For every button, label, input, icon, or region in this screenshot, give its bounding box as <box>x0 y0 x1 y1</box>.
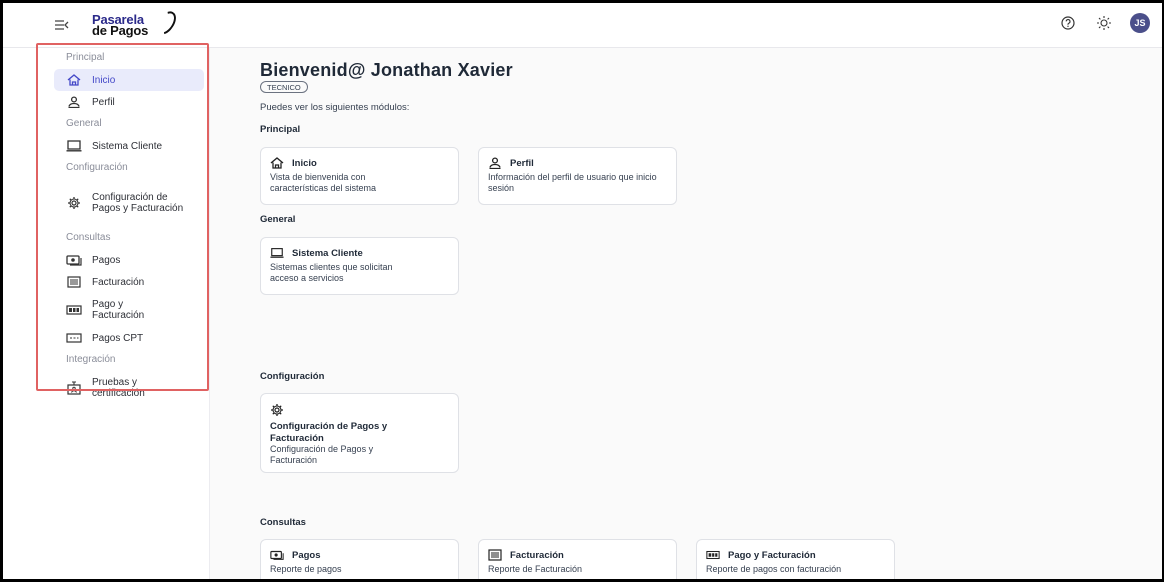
gear-icon <box>270 403 449 417</box>
card-icon <box>66 331 82 345</box>
top-bar: Pasarela de Pagos JS <box>0 0 1164 48</box>
sidebar-item-pagos-cpt[interactable]: Pagos CPT <box>54 327 204 349</box>
certificate-icon <box>66 381 82 395</box>
home-icon <box>270 157 284 169</box>
sidebar-item-perfil[interactable]: Perfil <box>54 91 204 113</box>
theme-sun-icon[interactable] <box>1094 13 1114 33</box>
card-description: Reporte de pagos con facturación <box>706 564 842 574</box>
sidebar-section-principal: Principal <box>66 52 105 63</box>
sidebar-item-label: Sistema Cliente <box>92 140 163 152</box>
card-title: Sistema Cliente <box>292 247 363 259</box>
sidebar-item-sistema-cliente[interactable]: Sistema Cliente <box>54 135 204 157</box>
card-description: Vista de bienvenida con características … <box>270 172 377 193</box>
card-title: Perfil <box>510 157 534 169</box>
sidebar-item-label: Pagos <box>92 254 121 266</box>
sidebar-item-label: Pagos CPT <box>92 332 144 344</box>
card-title: Facturación <box>510 549 564 561</box>
main-content: Bienvenid@ Jonathan Xavier TECNICO Puede… <box>210 48 1164 582</box>
sidebar-item-facturacion[interactable]: Facturación <box>54 271 204 293</box>
card-description: Configuración de Pagos y Facturación <box>270 444 374 465</box>
sidebar-item-label: Configuración de Pagos y Facturación <box>92 192 184 214</box>
sidebar-section-consultas: Consultas <box>66 232 111 243</box>
avatar[interactable]: JS <box>1130 13 1150 33</box>
help-icon[interactable] <box>1058 13 1078 33</box>
sidebar-item-label: Pago y Facturación <box>92 299 145 321</box>
home-icon <box>66 73 82 87</box>
module-card-sistema-cliente[interactable]: Sistema Cliente Sistemas clientes que so… <box>260 237 459 295</box>
sidebar-section-general: General <box>66 118 102 129</box>
card-title: Inicio <box>292 157 317 169</box>
gear-icon <box>66 196 82 210</box>
logo-arc <box>151 7 181 39</box>
category-general: General <box>260 214 296 225</box>
role-badge: TECNICO <box>260 81 308 93</box>
card-title: Pago y Facturación <box>728 549 816 561</box>
category-configuracion: Configuración <box>260 371 325 382</box>
module-card-inicio[interactable]: Inicio Vista de bienvenida con caracterí… <box>260 147 459 205</box>
card-title: Configuración de Pagos y Facturación <box>270 421 388 444</box>
sidebar-item-label: Inicio <box>92 74 116 86</box>
module-card-facturacion[interactable]: Facturación Reporte de Facturación <box>478 539 677 582</box>
card-description: Reporte de Facturación <box>488 564 583 574</box>
menu-collapse-icon[interactable] <box>54 18 70 32</box>
user-icon <box>66 95 82 109</box>
module-card-pagos[interactable]: Pagos Reporte de pagos <box>260 539 459 582</box>
card-description: Información del perfil de usuario que in… <box>488 172 657 193</box>
sidebar-item-label: Facturación <box>92 276 145 288</box>
card-header: Pago y Facturación <box>706 549 885 561</box>
card-header: Facturación <box>488 549 667 561</box>
laptop-icon <box>66 139 82 153</box>
invoice-icon <box>66 275 82 289</box>
card-description: Sistemas clientes que solicitan acceso a… <box>270 262 393 283</box>
module-card-configuracion[interactable]: Configuración de Pagos y Facturación Con… <box>260 393 459 473</box>
sidebar-section-integracion: Integración <box>66 354 116 365</box>
laptop-icon <box>270 247 284 259</box>
app-logo[interactable]: Pasarela de Pagos <box>92 7 181 39</box>
sidebar-item-pruebas[interactable]: Pruebas y certificación <box>54 371 204 405</box>
cash-icon <box>270 549 284 561</box>
register-icon <box>66 303 82 317</box>
sidebar-item-label: Perfil <box>92 96 115 108</box>
card-header: Inicio <box>270 157 449 169</box>
top-actions: JS <box>1058 13 1150 33</box>
user-icon <box>488 157 502 169</box>
sidebar-item-pagos[interactable]: Pagos <box>54 249 204 271</box>
sidebar-nav: Principal Inicio Perfil General Sistema … <box>54 47 206 405</box>
card-header: Sistema Cliente <box>270 247 449 259</box>
sidebar-item-pago-facturacion[interactable]: Pago y Facturación <box>54 293 204 327</box>
card-title: Pagos <box>292 549 321 561</box>
card-header: Perfil <box>488 157 667 169</box>
invoice-icon <box>488 549 502 561</box>
cash-icon <box>66 253 82 267</box>
module-card-pago-facturacion[interactable]: Pago y Facturación Reporte de pagos con … <box>696 539 895 582</box>
sidebar: Principal Inicio Perfil General Sistema … <box>0 48 210 582</box>
module-card-perfil[interactable]: Perfil Información del perfil de usuario… <box>478 147 677 205</box>
category-principal: Principal <box>260 124 301 135</box>
card-description: Reporte de pagos <box>270 564 342 574</box>
sidebar-item-inicio[interactable]: Inicio <box>54 69 204 91</box>
category-consultas: Consultas <box>260 517 306 528</box>
sidebar-item-configuracion[interactable]: Configuración de Pagos y Facturación <box>54 179 204 227</box>
register-icon <box>706 549 720 561</box>
modules-subtitle: Puedes ver los siguientes módulos: <box>260 102 410 113</box>
sidebar-section-configuracion: Configuración <box>66 162 128 173</box>
page-title: Bienvenid@ Jonathan Xavier <box>260 60 513 80</box>
logo-line2: de Pagos <box>92 23 149 38</box>
sidebar-item-label: Pruebas y certificación <box>92 377 145 399</box>
card-header: Pagos <box>270 549 449 561</box>
